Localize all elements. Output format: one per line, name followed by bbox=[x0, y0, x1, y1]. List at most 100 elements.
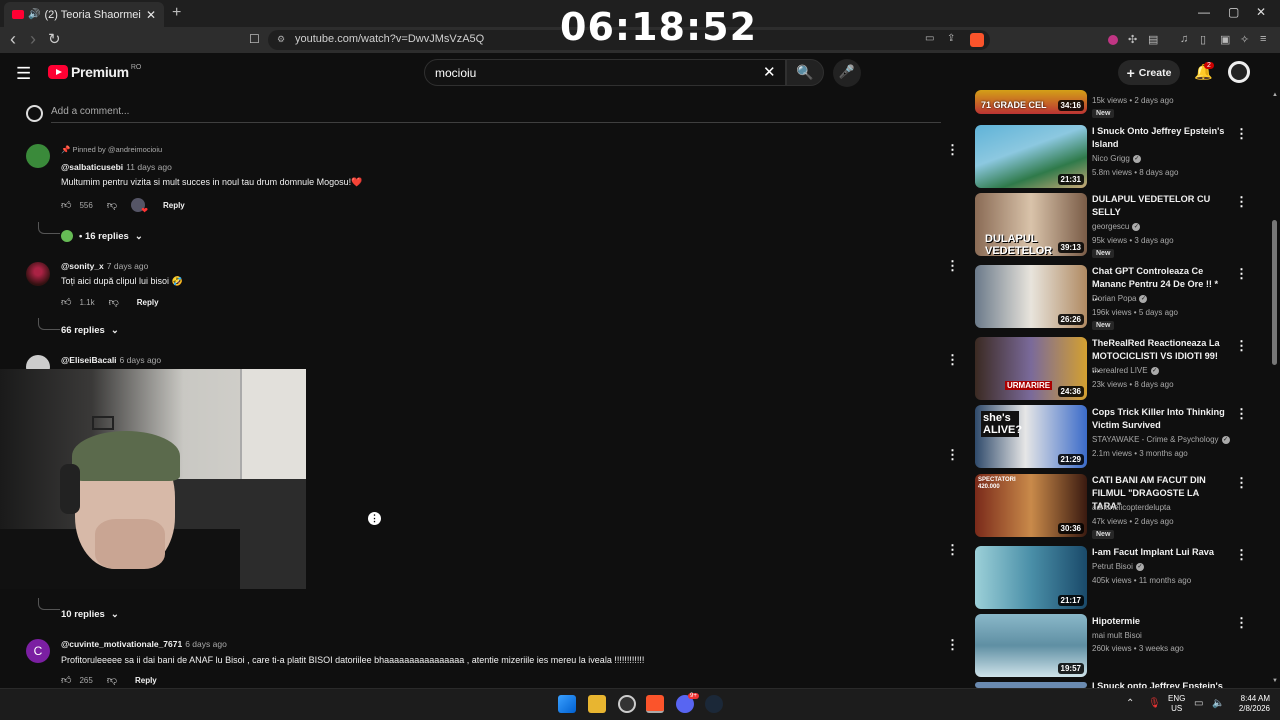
comment-menu-icon[interactable]: ⋮ bbox=[946, 542, 959, 558]
network-icon[interactable]: ▭ bbox=[1194, 698, 1203, 709]
account-avatar[interactable] bbox=[1228, 61, 1250, 83]
video-thumbnail[interactable]: 26:26 bbox=[975, 265, 1087, 328]
voice-search-button[interactable]: 🎤 bbox=[833, 59, 861, 87]
comment-menu-icon[interactable]: ⋮ bbox=[946, 352, 959, 368]
tab-close-icon[interactable]: ✕ bbox=[146, 8, 156, 22]
music-icon[interactable]: ♫ bbox=[1180, 33, 1194, 47]
new-tab-button[interactable]: + bbox=[172, 4, 181, 22]
reader-icon[interactable]: ▤ bbox=[1148, 33, 1162, 47]
video-menu-icon[interactable]: ⋮ bbox=[1235, 547, 1248, 563]
browser-tab[interactable]: 🔊 (2) Teoria Shaormei - YouTube ✕ bbox=[4, 2, 164, 27]
browser-menu-icon[interactable]: ≡ bbox=[1260, 33, 1274, 47]
comment-avatar[interactable] bbox=[26, 144, 50, 168]
video-thumbnail[interactable]: 19:57 bbox=[975, 614, 1087, 677]
comment-author[interactable]: @EliseiBacali 6 days ago bbox=[61, 355, 161, 365]
search-input[interactable]: mocioiu bbox=[424, 59, 786, 86]
replies-toggle[interactable]: • 16 replies ⌄ bbox=[61, 230, 143, 242]
comment-author[interactable]: @salbaticusebi 11 days ago bbox=[61, 162, 172, 172]
video-channel[interactable]: STAYAWAKE - Crime & Psychology ✓ bbox=[1092, 435, 1230, 444]
comment-menu-icon[interactable]: ⋮ bbox=[946, 142, 959, 158]
video-channel[interactable]: Dorian Popa ✓ bbox=[1092, 294, 1148, 303]
obs-icon[interactable] bbox=[618, 695, 636, 713]
brave-browser-icon[interactable] bbox=[646, 695, 664, 713]
replies-toggle[interactable]: 10 replies ⌄ bbox=[61, 609, 119, 620]
comment-author[interactable]: @sonity_x 7 days ago bbox=[61, 261, 148, 271]
comment-time[interactable]: 6 days ago bbox=[120, 355, 162, 365]
steam-icon[interactable] bbox=[705, 695, 723, 713]
minimize-button[interactable]: — bbox=[1198, 5, 1210, 19]
overlay-options-icon[interactable]: ⋮ bbox=[368, 512, 381, 525]
replies-toggle[interactable]: 66 replies ⌄ bbox=[61, 325, 119, 336]
brave-shield-icon[interactable] bbox=[970, 33, 984, 47]
comment-author[interactable]: @cuvinte_motivationale_7671 6 days ago bbox=[61, 639, 227, 649]
comment-time[interactable]: 11 days ago bbox=[126, 162, 172, 172]
start-menu-icon[interactable] bbox=[558, 695, 576, 713]
sidebar-icon[interactable]: ▯ bbox=[1200, 33, 1214, 47]
video-thumbnail[interactable]: SPECTATORI 420.000 30:36 bbox=[975, 474, 1087, 537]
comment-avatar[interactable]: C bbox=[26, 639, 50, 663]
comment-menu-icon[interactable]: ⋮ bbox=[946, 637, 959, 653]
forward-icon[interactable]: › bbox=[30, 29, 36, 50]
dislike-icon[interactable]: 👎︎ bbox=[107, 674, 117, 686]
like-icon[interactable]: 👍︎ bbox=[61, 296, 71, 308]
leo-icon[interactable]: ✧ bbox=[1240, 33, 1254, 47]
video-title[interactable]: Hipotermie bbox=[1092, 615, 1227, 628]
video-menu-icon[interactable]: ⋮ bbox=[1235, 266, 1248, 282]
video-channel[interactable]: Nico Grigg ✓ bbox=[1092, 154, 1141, 163]
bookmark-icon[interactable]: ☐ bbox=[249, 32, 260, 46]
comment-menu-icon[interactable]: ⋮ bbox=[946, 447, 959, 463]
scroll-up-icon[interactable]: ▲ bbox=[1272, 92, 1278, 98]
video-thumbnail[interactable]: 21:31 bbox=[975, 125, 1087, 188]
dislike-icon[interactable]: 👎︎ bbox=[107, 199, 117, 211]
youtube-premium-logo[interactable]: Premium RO bbox=[48, 64, 141, 80]
video-thumbnail[interactable]: she's ALIVE? 21:29 bbox=[975, 405, 1087, 468]
video-thumbnail[interactable]: 71 GRADE CEL 34:16 bbox=[975, 90, 1087, 114]
video-channel[interactable]: georgescu ✓ bbox=[1092, 222, 1141, 231]
scrollbar-thumb[interactable] bbox=[1272, 220, 1277, 365]
tray-overflow-icon[interactable]: ⌃ bbox=[1126, 698, 1134, 709]
create-button[interactable]: + Create bbox=[1118, 60, 1180, 85]
reply-button[interactable]: Reply bbox=[163, 201, 185, 210]
video-menu-icon[interactable]: ⋮ bbox=[1235, 475, 1248, 491]
extension-icon[interactable] bbox=[1108, 35, 1118, 45]
maximize-button[interactable]: ▢ bbox=[1228, 5, 1239, 19]
reply-button[interactable]: Reply bbox=[135, 676, 157, 685]
video-channel[interactable]: mai mult Bisoi bbox=[1092, 631, 1142, 640]
video-thumbnail[interactable]: 21:17 bbox=[975, 546, 1087, 609]
mic-tray-icon[interactable]: 🎙 bbox=[1148, 698, 1161, 709]
close-window-button[interactable]: ✕ bbox=[1256, 5, 1266, 19]
video-title[interactable]: Cops Trick Killer Into Thinking Victim S… bbox=[1092, 406, 1227, 432]
video-title[interactable]: DULAPUL VEDETELOR CU SELLY bbox=[1092, 193, 1227, 219]
video-title[interactable]: I Snuck Onto Jeffrey Epstein's Island bbox=[1092, 125, 1227, 151]
video-channel[interactable]: therealred LIVE ✓ bbox=[1092, 366, 1159, 375]
dislike-icon[interactable]: 👎︎ bbox=[109, 296, 119, 308]
reload-icon[interactable]: ↻ bbox=[48, 30, 61, 48]
video-menu-icon[interactable]: ⋮ bbox=[1235, 615, 1248, 631]
like-icon[interactable]: 👍︎ bbox=[61, 199, 71, 211]
comment-menu-icon[interactable]: ⋮ bbox=[946, 258, 959, 274]
like-icon[interactable]: 👍︎ bbox=[61, 674, 71, 686]
video-menu-icon[interactable]: ⋮ bbox=[1235, 406, 1248, 422]
video-title[interactable]: I-am Facut Implant Lui Rava bbox=[1092, 546, 1227, 559]
reply-button[interactable]: Reply bbox=[137, 298, 159, 307]
video-thumbnail[interactable]: DULAPUL VEDETELOR 39:13 bbox=[975, 193, 1087, 256]
site-info-icon[interactable]: ⚙ bbox=[277, 34, 285, 45]
search-button[interactable]: 🔍 bbox=[786, 59, 824, 86]
wallet-icon[interactable]: ▣ bbox=[1220, 33, 1234, 47]
language-indicator[interactable]: ENG US bbox=[1168, 694, 1185, 714]
video-menu-icon[interactable]: ⋮ bbox=[1235, 338, 1248, 354]
volume-icon[interactable]: 🔈 bbox=[1212, 698, 1224, 709]
video-channel[interactable]: adrianelicopterdelupta bbox=[1092, 503, 1171, 512]
hamburger-menu-icon[interactable]: ☰ bbox=[16, 64, 31, 84]
video-thumbnail[interactable]: URMARIRE 24:36 bbox=[975, 337, 1087, 400]
file-explorer-icon[interactable] bbox=[588, 695, 606, 713]
sidebar-scrollbar[interactable] bbox=[1270, 90, 1278, 688]
video-menu-icon[interactable]: ⋮ bbox=[1235, 126, 1248, 142]
comment-time[interactable]: 6 days ago bbox=[185, 639, 227, 649]
add-comment-input[interactable]: Add a comment... bbox=[51, 106, 129, 117]
scroll-down-icon[interactable]: ▼ bbox=[1272, 678, 1278, 684]
share-icon[interactable]: ⇪ bbox=[947, 33, 961, 47]
clear-search-icon[interactable]: ✕ bbox=[763, 63, 776, 81]
comment-avatar[interactable] bbox=[26, 262, 50, 286]
speaker-icon[interactable]: 🔊 bbox=[28, 9, 40, 20]
